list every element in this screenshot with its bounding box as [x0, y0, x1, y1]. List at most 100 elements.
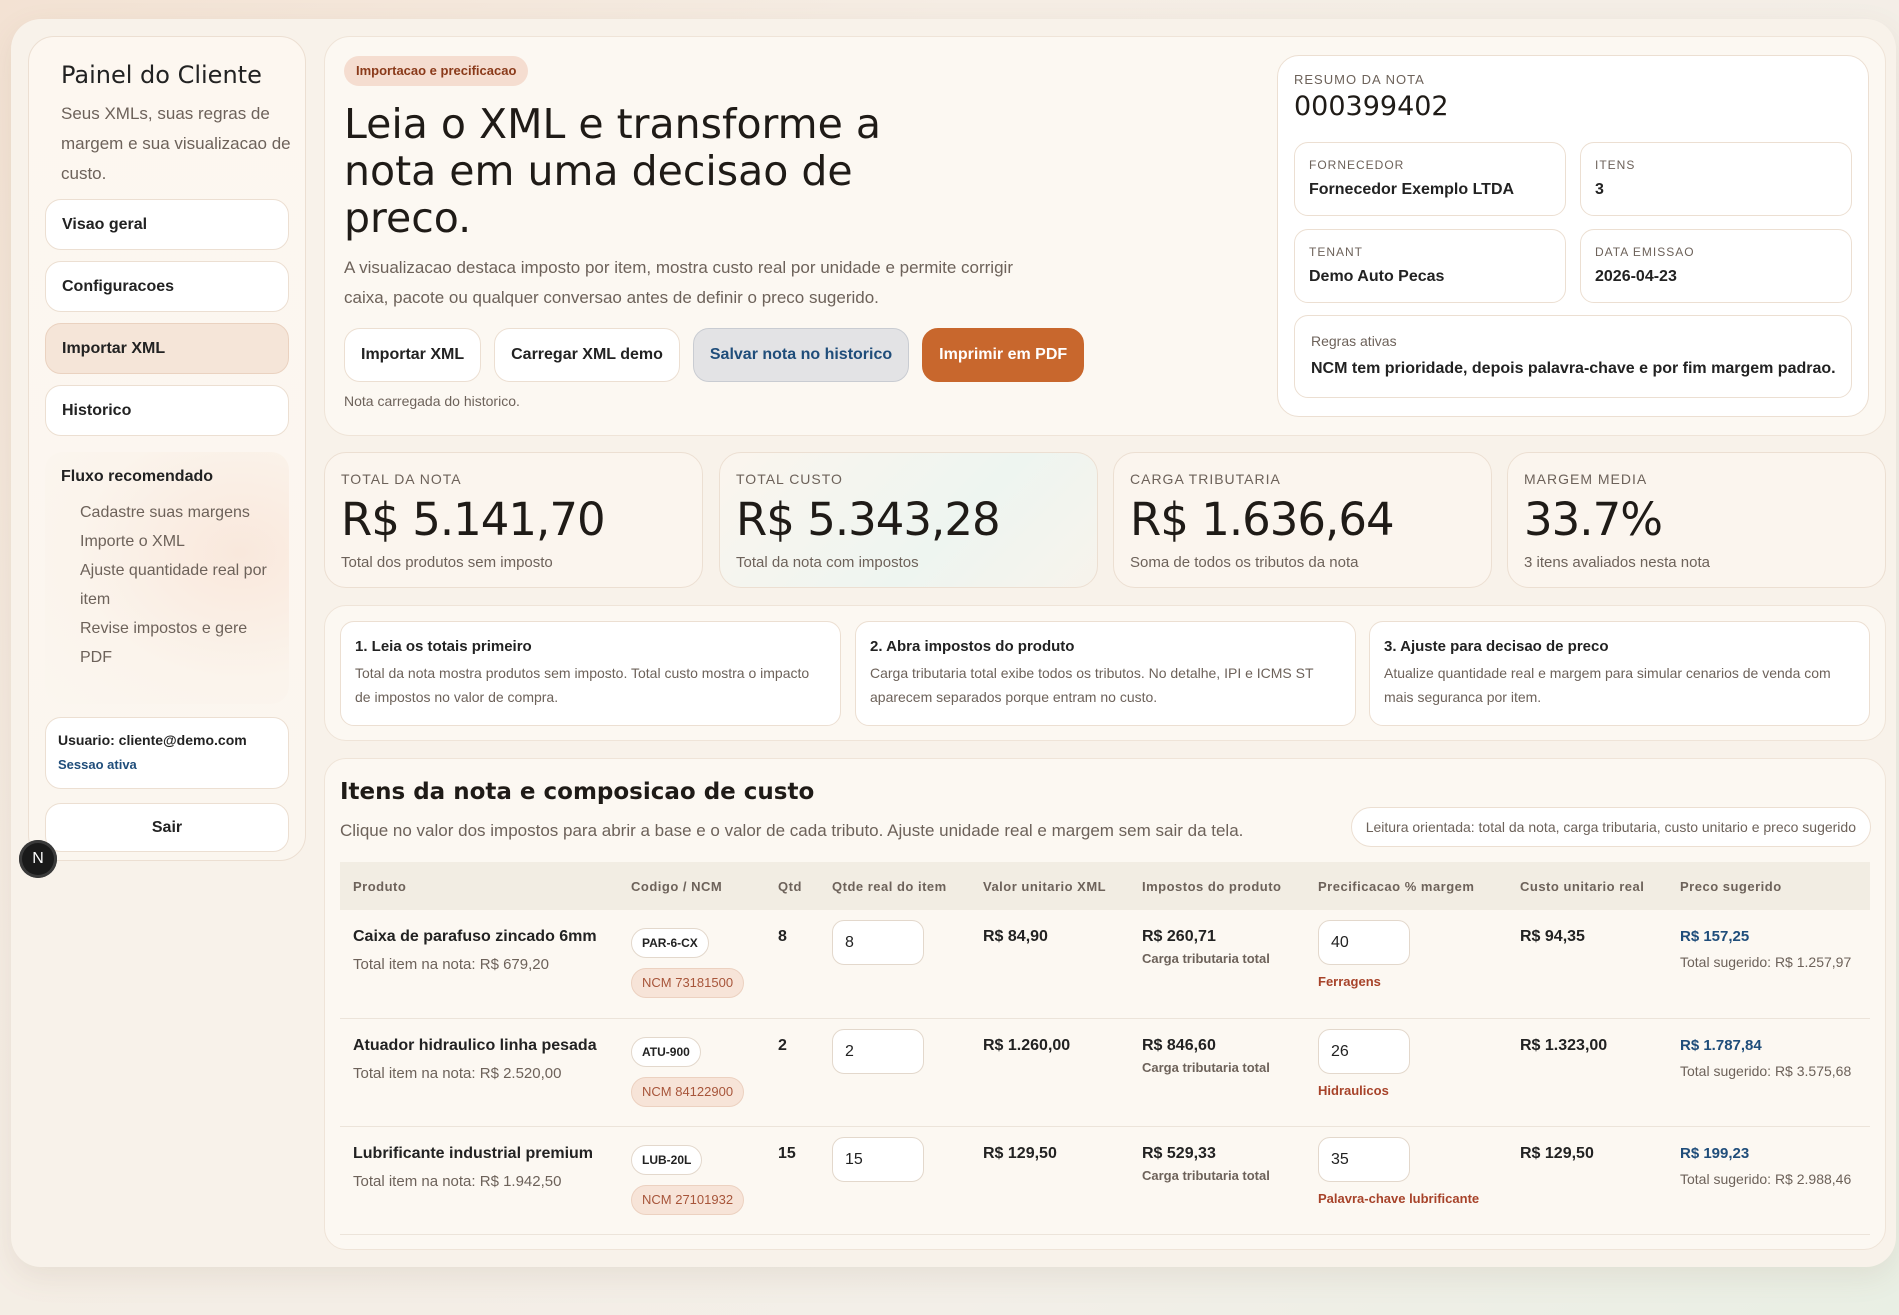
tax-value-link[interactable]: R$ 846,60: [1142, 1037, 1292, 1055]
guide-steps: 1. Leia os totais primeiro Total da nota…: [324, 605, 1886, 741]
real-quantity-input[interactable]: 8: [832, 920, 924, 965]
margin-rule: Hidraulicos: [1318, 1082, 1389, 1098]
real-quantity-input[interactable]: 2: [832, 1028, 924, 1074]
guide-step: 3. Ajuste para decisao de preco Atualize…: [1369, 621, 1870, 726]
flow-step: Ajuste quantidade real por item: [80, 562, 267, 608]
ncm-badge: NCM 73181500: [631, 968, 745, 998]
real-quantity-input[interactable]: 15: [832, 1136, 924, 1182]
supplier-card: FORNECEDOR Fornecedor Exemplo LTDA: [1294, 142, 1566, 216]
kpi-value: R$ 5.343,28: [736, 493, 1001, 546]
supplier-label: FORNECEDOR: [1309, 158, 1405, 172]
table-row: Lubrificante industrial premium Total ite…: [340, 1126, 1870, 1234]
kpi-label: TOTAL CUSTO: [736, 471, 843, 487]
product-name: Lubrificante industrial premium: [353, 1144, 594, 1162]
invoice-summary: RESUMO DA NOTA 000399402 FORNECEDOR Forn…: [1277, 55, 1869, 417]
column-header: Produto: [353, 878, 407, 894]
items-card: ITENS 3: [1580, 142, 1852, 216]
hero-panel: Importacao e precificacao Leia o XML e t…: [324, 36, 1886, 436]
recommended-flow: Fluxo recomendado Cadastre suas margens …: [45, 452, 289, 704]
session-status: Sessao ativa: [58, 757, 137, 772]
column-header: Preco sugerido: [1680, 878, 1782, 894]
kpi-carga-tributaria: CARGA TRIBUTARIA R$ 1.636,64 Soma de tod…: [1113, 452, 1492, 588]
real-unit-cost: R$ 94,35: [1520, 928, 1585, 945]
import-xml-button[interactable]: Importar XML: [344, 328, 482, 382]
margin-rule: Palavra-chave lubrificante: [1318, 1190, 1480, 1206]
save-history-button[interactable]: Salvar nota no historico: [692, 328, 910, 382]
sidebar-item-historico[interactable]: Historico: [45, 385, 289, 436]
column-header: Qtd: [778, 878, 802, 894]
hero-paragraph: A visualizacao destaca imposto por item,…: [344, 258, 1013, 307]
tax-value-link[interactable]: R$ 260,71: [1142, 928, 1292, 946]
items-label: ITENS: [1595, 158, 1636, 172]
real-unit-cost: R$ 129,50: [1520, 1144, 1594, 1162]
guide-step: 1. Leia os totais primeiro Total da nota…: [340, 621, 841, 726]
tax-label: Carga tributaria total: [1142, 1167, 1270, 1183]
product-total: Total item na nota: R$ 1.942,50: [353, 1172, 562, 1190]
column-header: Impostos do produto: [1142, 878, 1282, 894]
column-header: Codigo / NCM: [631, 878, 723, 894]
unit-value: R$ 129,50: [983, 1144, 1057, 1162]
issue-date-label: DATA EMISSAO: [1595, 245, 1695, 259]
step-title: 2. Abra impostos do produto: [870, 638, 1075, 655]
sidebar-item-visao-geral[interactable]: Visao geral: [45, 199, 289, 250]
tax-label: Carga tributaria total: [1142, 1059, 1270, 1075]
section-pill: Importacao e precificacao: [344, 56, 529, 86]
margin-input[interactable]: 40: [1318, 920, 1410, 965]
product-code: ATU-900: [631, 1036, 701, 1067]
product-name: Atuador hidraulico linha pesada: [353, 1036, 597, 1054]
tenant-label: TENANT: [1309, 245, 1363, 259]
kpi-label: TOTAL DA NOTA: [341, 471, 462, 487]
column-header: Qtde real do item: [832, 878, 947, 894]
step-text: Total da nota mostra produtos sem impost…: [355, 665, 810, 705]
active-rules: Regras ativas NCM tem prioridade, depois…: [1294, 315, 1852, 398]
flow-list: Cadastre suas margens Importe o XML Ajus…: [61, 498, 281, 672]
flow-title: Fluxo recomendado: [61, 468, 214, 485]
kpi-total-custo: TOTAL CUSTO R$ 5.343,28 Total da nota co…: [719, 452, 1098, 588]
table-header: Produto Codigo / NCM Qtd Qtde real do it…: [340, 862, 1870, 910]
items-value: 3: [1595, 181, 1604, 198]
margin-rule: Ferragens: [1318, 974, 1381, 989]
flow-step: Revise impostos e gere PDF: [80, 620, 248, 666]
step-text: Atualize quantidade real e margem para s…: [1384, 665, 1831, 705]
sidebar-item-importar-xml[interactable]: Importar XML: [45, 323, 289, 374]
step-title: 1. Leia os totais primeiro: [355, 638, 532, 655]
sidebar-item-configuracoes[interactable]: Configuracoes: [45, 261, 289, 312]
next-dev-badge-icon[interactable]: N: [19, 840, 57, 878]
kpi-margem-media: MARGEM MEDIA 33.7% 3 itens avaliados nes…: [1507, 452, 1886, 588]
margin-input[interactable]: 26: [1318, 1028, 1410, 1074]
column-header: Precificacao % margem: [1318, 878, 1475, 894]
kpi-subtitle: 3 itens avaliados nesta nota: [1524, 554, 1710, 571]
supplier-value: Fornecedor Exemplo LTDA: [1309, 181, 1515, 198]
product-code: LUB-20L: [631, 1144, 703, 1175]
suggested-total: Total sugerido: R$ 3.575,68: [1680, 1062, 1852, 1079]
rules-value: NCM tem prioridade, depois palavra-chave…: [1311, 360, 1836, 377]
product-code: PAR-6-CX: [631, 928, 709, 958]
step-text: Carga tributaria total exibe todos os tr…: [870, 665, 1314, 705]
kpi-subtitle: Soma de todos os tributos da nota: [1130, 554, 1359, 571]
print-pdf-button[interactable]: Imprimir em PDF: [922, 328, 1085, 382]
ncm-badge: NCM 84122900: [631, 1076, 745, 1107]
kpi-label: MARGEM MEDIA: [1524, 471, 1648, 487]
product-total: Total item na nota: R$ 679,20: [353, 956, 549, 973]
tax-value-link[interactable]: R$ 529,33: [1142, 1145, 1292, 1163]
sidebar-subtitle: Seus XMLs, suas regras de margem e sua v…: [61, 104, 291, 183]
kpi-label: CARGA TRIBUTARIA: [1130, 471, 1281, 487]
summary-grid: FORNECEDOR Fornecedor Exemplo LTDA ITENS…: [1294, 142, 1852, 303]
load-demo-xml-button[interactable]: Carregar XML demo: [494, 328, 680, 382]
status-note: Nota carregada do historico.: [344, 393, 520, 409]
flow-step: Cadastre suas margens: [80, 504, 250, 521]
rules-label: Regras ativas: [1311, 333, 1397, 349]
margin-input[interactable]: 35: [1318, 1136, 1410, 1182]
guide-step: 2. Abra impostos do produto Carga tribut…: [855, 621, 1356, 726]
kpi-subtitle: Total da nota com impostos: [736, 554, 919, 571]
items-title: Itens da nota e composicao de custo: [340, 779, 815, 805]
reading-hint: Leitura orientada: total da nota, carga …: [1350, 807, 1871, 847]
table-row: Atuador hidraulico linha pesada Total ite…: [340, 1018, 1870, 1126]
sidebar-title: Painel do Cliente: [61, 61, 262, 89]
logout-button[interactable]: Sair: [45, 803, 289, 852]
user-info: Usuario: cliente@demo.com Sessao ativa: [45, 717, 289, 789]
suggested-total: Total sugerido: R$ 1.257,97: [1680, 954, 1852, 970]
suggested-price: R$ 1.787,84: [1680, 1036, 1762, 1054]
summary-label: RESUMO DA NOTA: [1294, 72, 1425, 87]
issue-date-card: DATA EMISSAO 2026-04-23: [1580, 229, 1852, 303]
